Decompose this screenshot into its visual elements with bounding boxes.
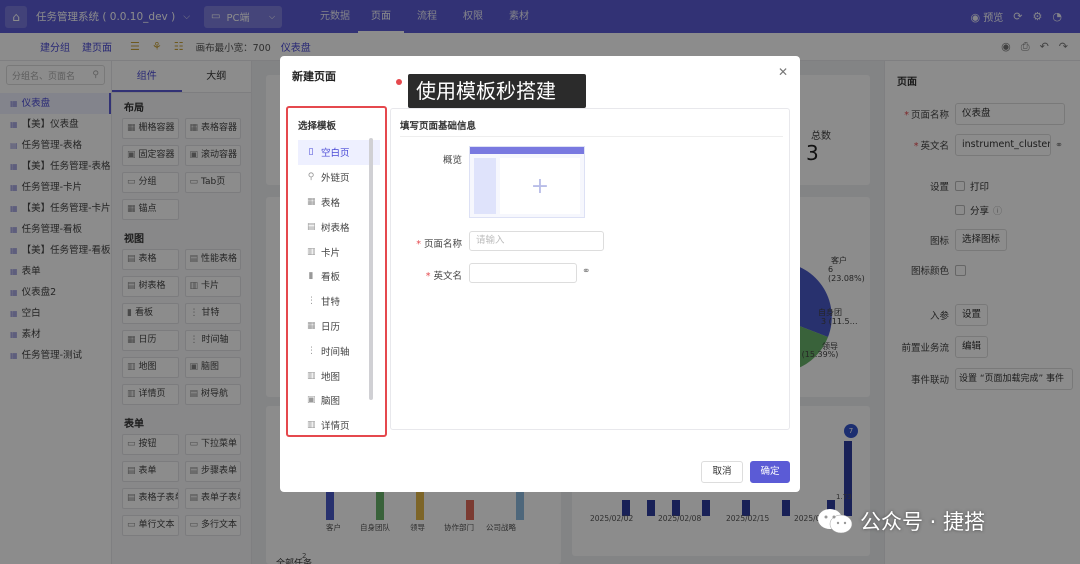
annotation-tooltip: 使用模板秒搭建 [408,74,586,108]
form-title: 填写页面基础信息 [400,121,477,132]
template-icon: ▥ [307,370,316,381]
template-icon: ⚲ [307,172,315,183]
template-icon: ▦ [307,196,316,207]
en-name-input[interactable] [469,263,577,283]
confirm-button[interactable]: 确定 [750,461,790,483]
template-item[interactable]: ▦ 日历 [298,314,380,339]
template-label: 树表格 [321,222,350,234]
template-item[interactable]: ⚲ 外链页 [298,165,380,190]
modal-title: 新建页面 [292,70,336,83]
template-label: 地图 [321,371,341,383]
template-item[interactable]: ▮ 看板 [298,264,380,289]
template-label: 详情页 [321,421,350,433]
template-preview: + [469,146,585,218]
en-name-label: * 英文名 [392,268,462,282]
template-item[interactable]: ▥ 卡片 [298,239,380,264]
preview-label: 概览 [442,155,462,166]
template-label: 时间轴 [321,346,350,358]
template-label: 外链页 [321,173,350,185]
label-text: 英文名 [433,271,462,282]
template-item[interactable]: ▤ 树表格 [298,214,380,239]
template-icon: ▮ [308,271,314,282]
template-icon: ▤ [307,221,316,232]
annotation-dot [396,79,402,85]
template-icon: ▦ [307,320,316,331]
required-mark: * [416,239,424,250]
template-scrollbar[interactable] [369,138,373,400]
template-item[interactable]: ⋮ 甘特 [298,289,380,314]
template-icon: ▥ [307,420,316,431]
wechat-icon [816,507,854,535]
watermark: 公众号 · 捷搭 [816,506,985,536]
new-page-modal: 新建页面 ✕ 选择模板 ▯ 空白页 ⚲ 外链页 ▦ 表格 ▤ 树表格 ▥ 卡片 ▮ 看板 ⋮ 甘特 ▦ 日历 ⋮… [280,56,800,492]
template-item[interactable]: ▦ 表格 [298,190,380,215]
watermark-text: 公众号 · 捷搭 [860,510,986,534]
template-label: 日历 [321,321,341,333]
cancel-button[interactable]: 取消 [701,461,743,483]
template-item[interactable]: ▥ 地图 [298,363,380,388]
link-icon[interactable]: ⚭ [582,266,590,277]
page-name-label: * 页面名称 [392,236,462,250]
template-label: 脑图 [321,396,341,408]
template-icon: ⋮ [307,345,316,356]
form-divider [400,136,783,137]
preview-header [470,147,584,154]
label-text: 页面名称 [423,239,462,250]
preview-sidebar [474,158,496,214]
template-label: 表格 [321,197,341,209]
template-list: ▯ 空白页 ⚲ 外链页 ▦ 表格 ▤ 树表格 ▥ 卡片 ▮ 看板 ⋮ 甘特 ▦ 日历 ⋮ 时间轴 ▥ 地图 ▣ 脑图 ▥ 详情… [298,140,380,438]
page-name-input[interactable]: 请输入 [469,231,604,251]
template-icon: ▣ [307,395,316,406]
template-item[interactable]: ▥ 详情页 [298,413,380,438]
template-icon: ▥ [307,246,316,257]
close-icon[interactable]: ✕ [778,65,788,79]
template-item[interactable]: ⋮ 时间轴 [298,338,380,363]
template-icon: ▯ [308,147,314,158]
template-item[interactable]: ▯ 空白页 [298,140,380,165]
template-icon: ⋮ [307,296,316,307]
template-label: 卡片 [321,247,341,259]
template-item[interactable]: ▣ 脑图 [298,388,380,413]
template-label: 甘特 [321,297,341,309]
template-section-title: 选择模板 [298,121,337,132]
plus-icon: + [500,158,580,214]
template-label: 看板 [321,272,341,284]
template-label: 空白页 [321,148,350,160]
